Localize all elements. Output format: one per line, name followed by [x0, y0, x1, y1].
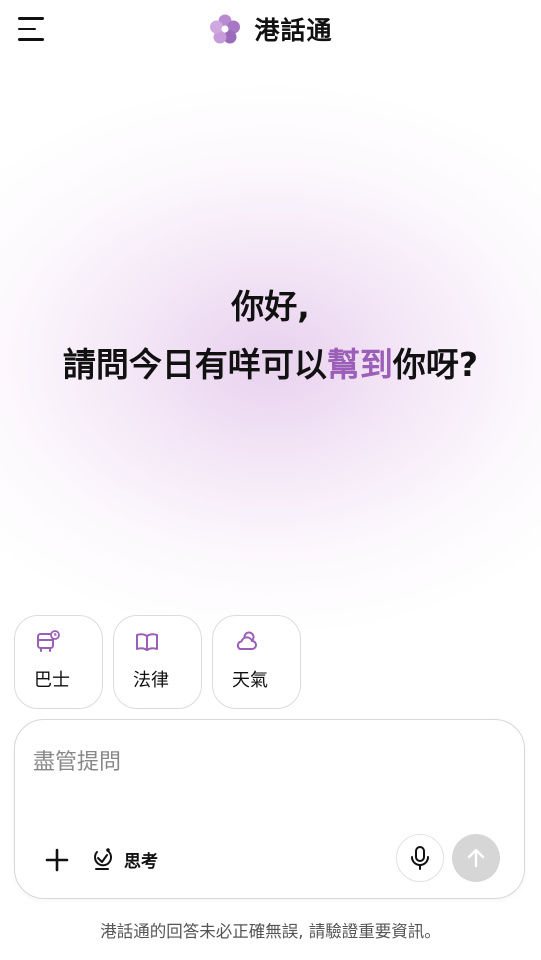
- add-button[interactable]: [42, 845, 72, 875]
- weather-icon: [236, 631, 257, 650]
- microphone-button[interactable]: [396, 834, 444, 882]
- chip-label: 巴士: [34, 670, 70, 691]
- think-button[interactable]: 思考: [88, 842, 158, 876]
- think-label: 思考: [124, 851, 158, 872]
- input-panel: 思考: [14, 719, 525, 899]
- chip-label: 天氣: [232, 670, 268, 691]
- greeting-line-2: 請問今日有咩可以幫到你呀?: [0, 336, 541, 394]
- chip-label: 法律: [133, 670, 169, 691]
- greeting-line-1: 你好,: [231, 287, 310, 326]
- plus-icon: [45, 848, 69, 872]
- send-arrow-icon: [467, 848, 485, 868]
- app-title: 港話通: [254, 16, 333, 45]
- send-button[interactable]: [452, 834, 500, 882]
- header: 港話通: [0, 0, 541, 58]
- greeting: 你好, 請問今日有咩可以幫到你呀?: [0, 278, 541, 394]
- prompt-input[interactable]: [33, 742, 503, 782]
- chip-law[interactable]: 法律: [113, 615, 202, 709]
- app-screen: 港話通 你好, 請問今日有咩可以幫到你呀? 巴士 法律 天氣 盡管提問 思考 港…: [0, 0, 541, 960]
- brand: 港話通: [0, 12, 541, 46]
- flower-logo-icon: [210, 14, 241, 44]
- greeting-text-after: 你呀?: [392, 345, 479, 384]
- book-icon: [136, 633, 158, 651]
- greeting-text-before: 請問今日有咩可以: [62, 345, 327, 384]
- chip-weather[interactable]: 天氣: [212, 615, 301, 709]
- disclaimer: 港話通的回答未必正確無誤, 請驗證重要資訊。: [100, 922, 441, 941]
- greeting-highlight: 幫到: [326, 345, 393, 384]
- bus-icon: [37, 630, 60, 652]
- microphone-icon: [411, 846, 429, 870]
- think-icon: [94, 848, 113, 870]
- chip-bus[interactable]: 巴士: [14, 615, 103, 709]
